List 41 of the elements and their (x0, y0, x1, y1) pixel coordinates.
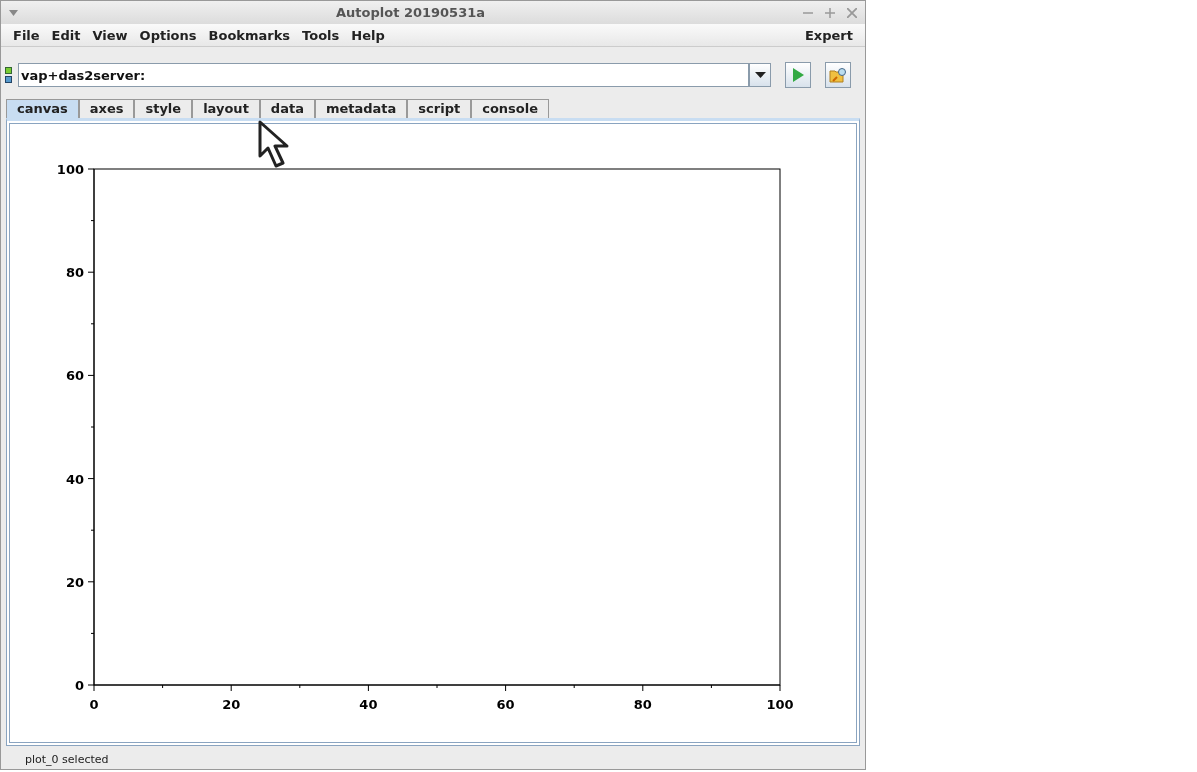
x-tick-label: 0 (89, 696, 99, 712)
x-tick-label: 40 (359, 696, 378, 712)
menu-item[interactable]: Bookmarks (202, 27, 297, 43)
y-tick-label: 20 (65, 574, 84, 590)
folder-magnifier-icon (829, 67, 847, 84)
dropdown-button[interactable] (749, 63, 771, 88)
window-title: Autoplot 20190531a (335, 5, 486, 21)
tab[interactable]: data (259, 98, 315, 118)
tab[interactable]: script (407, 98, 472, 118)
status-text: plot_0 selected (24, 751, 110, 768)
x-tick-label: 60 (496, 696, 515, 712)
menu-item[interactable]: Help (345, 27, 391, 43)
tab[interactable]: console (471, 98, 550, 118)
menu-item[interactable]: Edit (45, 27, 87, 43)
y-tick-label: 40 (65, 471, 84, 487)
tab[interactable]: metadata (314, 98, 408, 118)
tab[interactable]: canvas (6, 98, 79, 118)
maximize-icon[interactable] (825, 7, 835, 18)
play-icon (792, 68, 804, 83)
menu-item[interactable]: File (7, 27, 46, 43)
y-tick-label: 80 (65, 264, 84, 280)
y-tick-label: 60 (65, 367, 84, 383)
menu-item[interactable]: View (86, 27, 134, 43)
menu-item[interactable]: Tools (296, 27, 346, 43)
caret-icon (754, 72, 766, 79)
close-icon[interactable] (847, 7, 857, 18)
y-tick-label: 0 (74, 677, 84, 693)
menu-item[interactable]: Options (133, 27, 203, 43)
x-tick-label: 20 (222, 696, 241, 712)
address-field[interactable]: vap+das2server: (18, 63, 749, 88)
tab[interactable]: style (134, 98, 193, 118)
x-tick-label: 100 (766, 696, 794, 712)
play-button[interactable] (785, 62, 811, 89)
tab[interactable]: axes (78, 98, 135, 118)
browse-button[interactable] (825, 62, 851, 89)
status-lights-icon (5, 67, 12, 84)
y-tick-label: 100 (56, 161, 84, 177)
menu-item[interactable]: Expert (799, 27, 859, 43)
tab[interactable]: layout (192, 98, 260, 118)
window-menu-icon[interactable] (9, 9, 18, 16)
x-tick-label: 80 (633, 696, 652, 712)
